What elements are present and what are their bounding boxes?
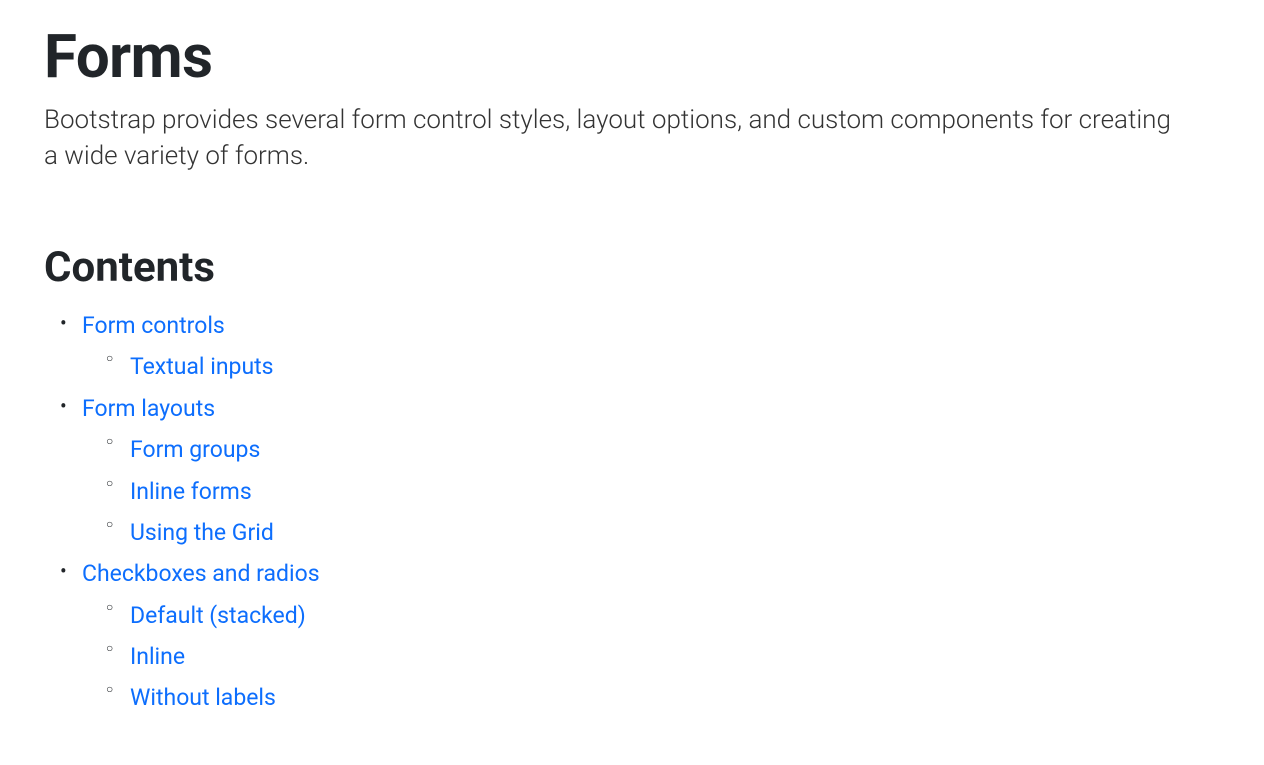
toc-link-checkboxes-and-radios[interactable]: Checkboxes and radios bbox=[82, 560, 320, 587]
toc-sublist: Form groups Inline forms Using the Grid bbox=[82, 429, 1220, 553]
toc-subitem: Without labels bbox=[130, 677, 1220, 718]
page-title: Forms bbox=[44, 24, 1220, 90]
toc-list: Form controls Textual inputs Form layout… bbox=[44, 305, 1220, 719]
toc-subitem: Textual inputs bbox=[130, 346, 1220, 387]
toc-link-default-stacked[interactable]: Default (stacked) bbox=[130, 602, 306, 629]
page-lead: Bootstrap provides several form control … bbox=[44, 102, 1184, 175]
toc-subitem: Form groups bbox=[130, 429, 1220, 470]
toc-item: Form controls Textual inputs bbox=[82, 305, 1220, 388]
toc-subitem: Inline bbox=[130, 636, 1220, 677]
contents-heading: Contents bbox=[44, 245, 1220, 291]
toc-link-textual-inputs[interactable]: Textual inputs bbox=[130, 353, 274, 380]
toc-sublist: Default (stacked) Inline Without labels bbox=[82, 595, 1220, 719]
toc-item: Checkboxes and radios Default (stacked) … bbox=[82, 553, 1220, 719]
toc-link-inline[interactable]: Inline bbox=[130, 643, 185, 670]
toc-subitem: Inline forms bbox=[130, 471, 1220, 512]
toc-link-form-groups[interactable]: Form groups bbox=[130, 436, 260, 463]
toc-sublist: Textual inputs bbox=[82, 346, 1220, 387]
toc-subitem: Default (stacked) bbox=[130, 595, 1220, 636]
toc-item: Form layouts Form groups Inline forms Us… bbox=[82, 388, 1220, 554]
toc-link-without-labels[interactable]: Without labels bbox=[130, 684, 276, 711]
toc-link-form-controls[interactable]: Form controls bbox=[82, 312, 225, 339]
toc-link-using-the-grid[interactable]: Using the Grid bbox=[130, 519, 274, 546]
toc-subitem: Using the Grid bbox=[130, 512, 1220, 553]
page-container: Forms Bootstrap provides several form co… bbox=[0, 0, 1264, 743]
toc-link-inline-forms[interactable]: Inline forms bbox=[130, 478, 252, 505]
toc-link-form-layouts[interactable]: Form layouts bbox=[82, 395, 215, 422]
